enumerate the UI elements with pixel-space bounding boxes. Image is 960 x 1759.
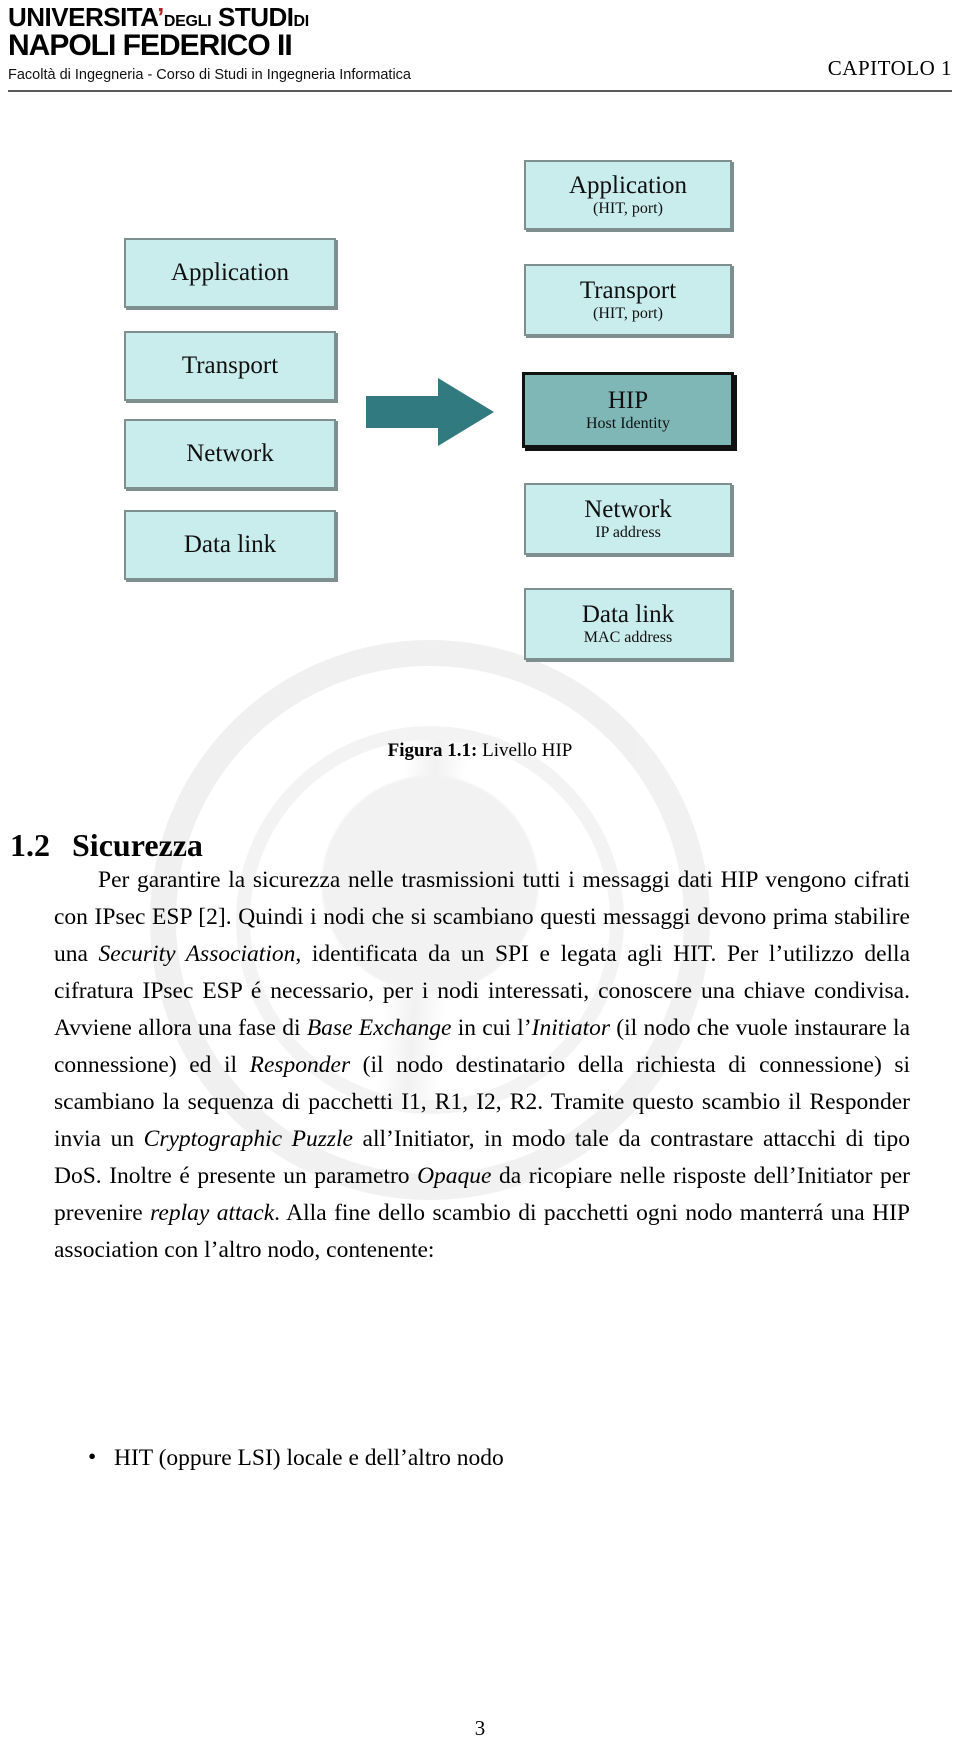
diagram-box-left-datalink: Data link xyxy=(124,510,336,580)
section-title: Sicurezza xyxy=(72,826,203,863)
diagram-box-title: Transport xyxy=(181,351,279,379)
diagram-box-right-hip: HIP Host Identity xyxy=(522,372,734,448)
diagram-box-title: Network xyxy=(584,495,672,523)
emphasis-base-exchange: Base Exchange xyxy=(306,1015,452,1041)
emphasis-initiator: Initiator xyxy=(531,1015,610,1041)
figure-hip-layer-diagram: Application Transport Network Data link … xyxy=(0,100,960,762)
figure-caption-number: Figura 1.1: xyxy=(387,740,478,761)
diagram-box-right-transport: Transport (HIT, port) xyxy=(524,264,732,336)
diagram-box-title: Network xyxy=(186,439,274,467)
header-divider xyxy=(8,90,952,92)
bullet-list-container: HIT (oppure LSI) locale e dell’altro nod… xyxy=(54,1439,910,1477)
university-name-main: UNIVERSITA xyxy=(8,2,158,32)
university-name-line2: NAPOLI FEDERICO II xyxy=(8,29,293,63)
university-name-line1: UNIVERSITA’DEGLI STUDIDI xyxy=(8,2,468,32)
chapter-label: CAPITOLO 1 xyxy=(827,56,952,80)
emphasis-opaque: Opaque xyxy=(417,1163,492,1189)
diagram-box-subtitle: (HIT, port) xyxy=(593,304,663,322)
paragraph-sicurezza: Per garantire la sicurezza nelle trasmis… xyxy=(54,862,910,1269)
emphasis-responder: Responder xyxy=(249,1052,351,1078)
page-header: UNIVERSITA’DEGLI STUDIDI NAPOLI FEDERICO… xyxy=(0,0,960,92)
diagram-box-title: Data link xyxy=(183,530,277,558)
diagram-box-title: Application xyxy=(170,258,290,286)
diagram-box-title: HIP xyxy=(607,386,649,414)
figure-caption: Figura 1.1: Livello HIP xyxy=(0,740,960,762)
diagram-box-title: Application xyxy=(568,171,688,199)
diagram-box-subtitle: (HIT, port) xyxy=(593,199,663,217)
text-run: in cui l’ xyxy=(451,1015,532,1041)
university-logo: UNIVERSITA’DEGLI STUDIDI NAPOLI FEDERICO… xyxy=(8,2,468,85)
emphasis-replay-attack: replay attack xyxy=(150,1200,275,1226)
diagram-box-left-network: Network xyxy=(124,419,336,489)
diagram-box-subtitle: IP address xyxy=(595,523,661,541)
emphasis-security-association: Security Association xyxy=(98,941,296,967)
university-name-di: DI xyxy=(293,13,309,30)
diagram-box-left-application: Application xyxy=(124,238,336,308)
diagram-box-right-network: Network IP address xyxy=(524,483,732,555)
emphasis-cryptographic-puzzle: Cryptographic Puzzle xyxy=(143,1126,353,1152)
transformation-arrow-icon xyxy=(366,376,494,448)
diagram-box-title: Data link xyxy=(581,600,675,628)
list-item: HIT (oppure LSI) locale e dell’altro nod… xyxy=(88,1439,910,1477)
diagram-box-left-transport: Transport xyxy=(124,331,336,401)
apostrophe-glyph: ’ xyxy=(157,2,164,32)
diagram-box-subtitle: MAC address xyxy=(583,628,673,646)
university-name-degli: DEGLI xyxy=(163,13,212,30)
section-heading: 1.2 Sicurezza xyxy=(10,827,203,864)
university-name-studi: STUDI xyxy=(217,2,294,32)
faculty-line: Facoltà di Ingegneria - Corso di Studi i… xyxy=(8,66,411,83)
page-number: 3 xyxy=(474,1716,486,1740)
body-text: Per garantire la sicurezza nelle trasmis… xyxy=(54,862,910,1269)
diagram-box-right-datalink: Data link MAC address xyxy=(524,588,732,660)
diagram-box-right-application: Application (HIT, port) xyxy=(524,160,732,230)
section-number: 1.2 xyxy=(10,826,50,863)
figure-caption-text: Livello HIP xyxy=(482,740,573,761)
diagram-box-subtitle: Host Identity xyxy=(586,414,670,432)
bullet-list: HIT (oppure LSI) locale e dell’altro nod… xyxy=(54,1439,910,1477)
diagram-box-title: Transport xyxy=(579,276,677,304)
